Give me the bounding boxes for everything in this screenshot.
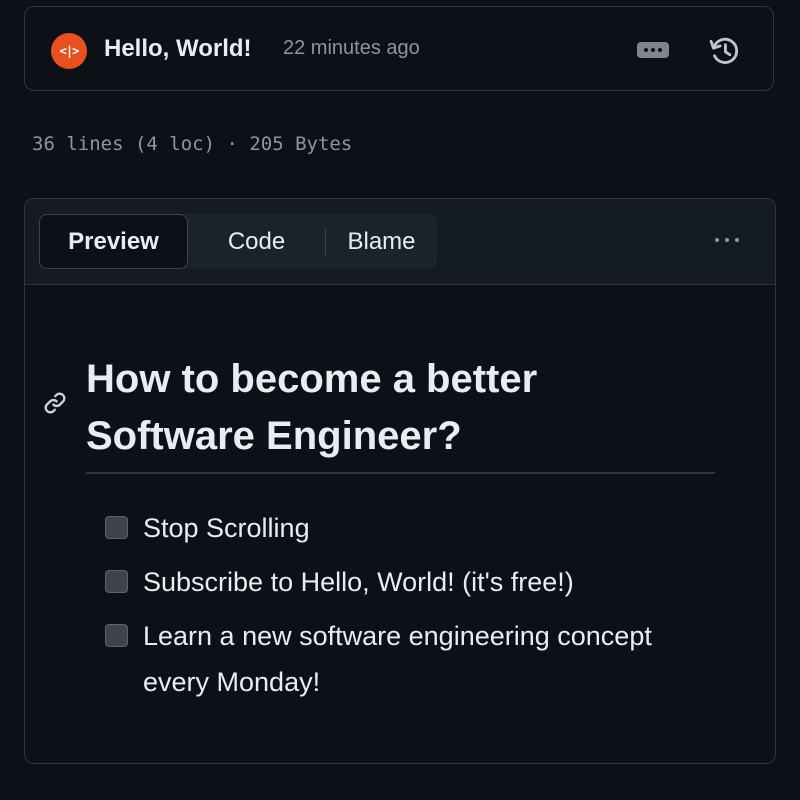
more-options-icon-dot [725,238,729,242]
commit-time: 22 minutes ago [283,37,420,59]
more-options-icon-dot [735,238,739,242]
task-list: Stop Scrolling Subscribe to Hello, World… [105,505,705,713]
link-icon[interactable] [41,389,69,417]
ellipsis-icon [644,48,648,52]
task-item: Learn a new software engineering concept… [105,613,705,705]
task-label: Subscribe to Hello, World! (it's free!) [143,567,574,597]
latest-commit-bar: <|> Hello, World! 22 minutes ago [24,6,774,91]
heading-divider [86,472,715,474]
more-options-icon[interactable] [715,238,739,242]
tab-blame[interactable]: Blame [326,214,437,269]
view-mode-segmented-control: Preview Code Blame [39,214,437,269]
file-header: Preview Code Blame [25,199,775,285]
task-checkbox[interactable] [105,570,128,593]
task-label: Stop Scrolling [143,513,310,543]
file-viewer: Preview Code Blame How to become a bette… [24,198,776,764]
tab-preview[interactable]: Preview [39,214,188,269]
avatar-code-icon: <|> [59,44,80,58]
task-label: Learn a new software engineering concept… [143,621,652,697]
history-icon[interactable] [708,34,742,68]
task-item: Stop Scrolling [105,505,705,551]
task-item: Subscribe to Hello, World! (it's free!) [105,559,705,605]
tab-code[interactable]: Code [188,214,325,269]
task-checkbox[interactable] [105,516,128,539]
task-checkbox[interactable] [105,624,128,647]
markdown-heading: How to become a better Software Engineer… [86,357,538,458]
more-options-icon-dot [715,238,719,242]
commit-message-toggle-button[interactable] [637,42,669,58]
ellipsis-icon-dot [658,48,662,52]
file-info: 36 lines (4 loc) · 205 Bytes [32,133,353,155]
commit-author-link[interactable]: Hello, World! [104,35,252,63]
avatar[interactable]: <|> [51,33,87,69]
ellipsis-icon-dot [651,48,655,52]
